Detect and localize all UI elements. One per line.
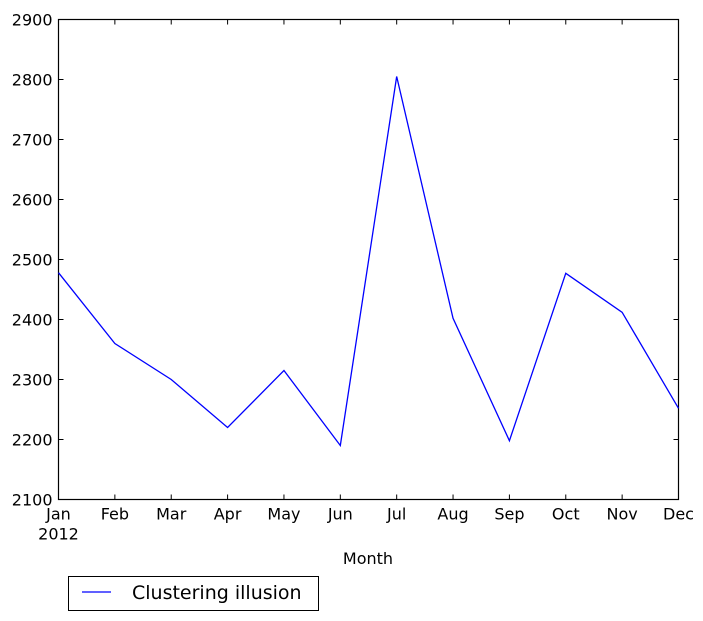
series-group xyxy=(57,76,680,448)
x-tick-label: Aug xyxy=(437,505,468,524)
series-line-clustering-illusion xyxy=(57,76,680,448)
line-chart: 210022002300240025002600270028002900 Jan… xyxy=(12,11,694,611)
y-tick-label: 2700 xyxy=(12,131,53,150)
x-tick-label: Jun xyxy=(327,505,353,524)
legend-label-clustering-illusion: Clustering illusion xyxy=(132,582,302,604)
x-tick-sublabel-year: 2012 xyxy=(38,525,79,544)
y-tick-label: 2300 xyxy=(12,371,53,390)
x-tick-label: Apr xyxy=(214,505,242,524)
y-tick-label: 2600 xyxy=(12,191,53,210)
x-axis: Jan Feb Mar Apr May Jun Jul Aug Sep Oct Nov Dec 2012 xyxy=(38,19,694,544)
y-axis: 210022002300240025002600270028002900 xyxy=(12,11,679,510)
y-tick-label: 2500 xyxy=(12,251,53,270)
y-tick-label: 2400 xyxy=(12,311,53,330)
x-axis-label: Month xyxy=(343,549,393,568)
x-tick-label: Nov xyxy=(607,505,638,524)
x-tick-label: May xyxy=(267,505,300,524)
x-tick-label: Sep xyxy=(494,505,524,524)
y-tick-label: 2900 xyxy=(12,11,53,30)
y-tick-label: 2200 xyxy=(12,431,53,450)
x-tick-label: Oct xyxy=(552,505,580,524)
x-tick-label: Dec xyxy=(663,505,694,524)
x-tick-label: Mar xyxy=(156,505,187,524)
x-tick-label: Jan xyxy=(45,505,71,524)
y-tick-label: 2800 xyxy=(12,71,53,90)
x-tick-label: Feb xyxy=(101,505,129,524)
x-tick-label: Jul xyxy=(386,505,406,524)
legend: Clustering illusion xyxy=(68,576,319,611)
